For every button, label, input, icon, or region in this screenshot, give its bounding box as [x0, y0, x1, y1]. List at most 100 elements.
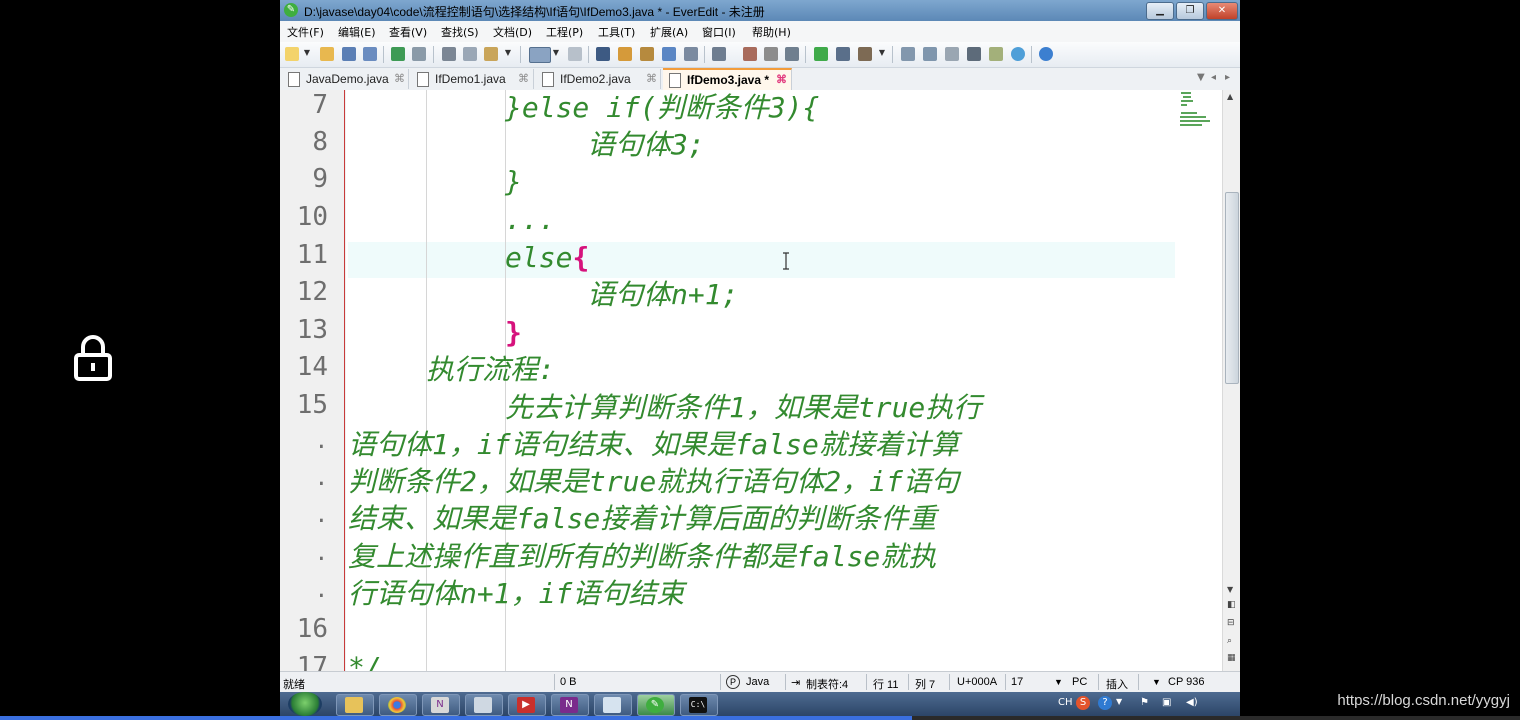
ime-indicator[interactable]: CH	[1058, 697, 1073, 708]
taskbar-onenote[interactable]: N	[551, 694, 589, 716]
columns-icon[interactable]	[568, 47, 582, 61]
build-dropdown-icon[interactable]: ▼	[878, 48, 886, 58]
macro-stop-icon[interactable]	[764, 47, 778, 61]
redo-icon[interactable]	[412, 47, 426, 61]
status-encoding[interactable]: CP 936	[1168, 676, 1205, 688]
save-all-icon[interactable]	[363, 47, 377, 61]
network-icon[interactable]: ▣	[1162, 697, 1171, 708]
volume-icon[interactable]: ◀)	[1186, 697, 1198, 708]
menu-file[interactable]: 文件(F)	[287, 24, 324, 40]
tray-expand-icon[interactable]: ▼	[1116, 697, 1122, 706]
status-language[interactable]: Java	[746, 676, 769, 688]
find-icon[interactable]	[596, 47, 610, 61]
taskbar-cmd[interactable]: C:\	[680, 694, 718, 716]
encoding-dropdown-icon[interactable]: ▼	[1152, 677, 1161, 687]
cut-icon[interactable]	[442, 47, 456, 61]
jump-icon[interactable]	[662, 47, 676, 61]
clip-icon[interactable]	[945, 47, 959, 61]
new-file-dropdown-icon[interactable]: ▼	[303, 48, 311, 58]
help-tray-icon[interactable]: ?	[1098, 696, 1112, 710]
menu-extensions[interactable]: 扩展(A)	[650, 24, 688, 40]
taskbar-everedit[interactable]: ✎	[637, 694, 675, 716]
wrap-icon[interactable]	[529, 47, 551, 63]
tab-close-icon[interactable]: ⌘	[394, 72, 405, 85]
copy-icon[interactable]	[463, 47, 477, 61]
menu-project[interactable]: 工程(P)	[546, 24, 583, 40]
open-icon[interactable]	[320, 47, 334, 61]
browser-icon[interactable]	[1011, 47, 1025, 61]
tab-ifdemo3[interactable]: IfDemo3.java * ⌘	[663, 68, 792, 90]
start-button[interactable]	[288, 692, 322, 716]
toolbar: ▼ ▼ ▼ ▼	[280, 42, 1240, 68]
find-in-files-icon[interactable]	[640, 47, 654, 61]
maximize-button[interactable]: ❐	[1176, 2, 1204, 20]
undo-icon[interactable]	[391, 47, 405, 61]
toolbar-separator	[383, 46, 384, 63]
toolbar-separator	[588, 46, 589, 63]
close-button[interactable]: ✕	[1206, 2, 1238, 20]
menu-window[interactable]: 窗口(I)	[702, 24, 736, 40]
bookmark-icon[interactable]	[684, 47, 698, 61]
minimap[interactable]	[1180, 90, 1218, 132]
minimize-button[interactable]: ▁	[1146, 2, 1174, 20]
panel-icon[interactable]	[901, 47, 915, 61]
tab-ifdemo1[interactable]: IfDemo1.java ⌘	[411, 69, 534, 89]
macro-play-icon[interactable]	[785, 47, 799, 61]
build-icon[interactable]	[858, 47, 872, 61]
status-tab-width[interactable]: 制表符:4	[806, 676, 848, 692]
split-icon[interactable]: ◧	[1227, 600, 1236, 610]
help-icon[interactable]	[1039, 47, 1053, 61]
menu-tools[interactable]: 工具(T)	[598, 24, 635, 40]
tab-ifdemo2[interactable]: IfDemo2.java ⌘	[536, 69, 661, 89]
taskbar-chrome[interactable]	[379, 694, 417, 716]
sogou-icon[interactable]: S	[1076, 696, 1090, 710]
tab-scroll-right-icon[interactable]: ▸	[1225, 72, 1230, 83]
paste-dropdown-icon[interactable]: ▼	[504, 48, 512, 58]
code-line: }	[505, 165, 522, 198]
code-editor[interactable]: 7 8 9 10 11 12 13 14 15 . . . . . 16 17 …	[280, 90, 1222, 671]
status-eol[interactable]: PC	[1072, 676, 1087, 688]
scrollbar-thumb[interactable]	[1225, 192, 1239, 384]
tab-javademo[interactable]: JavaDemo.java ⌘	[282, 69, 409, 89]
status-insert-mode[interactable]: 插入	[1106, 676, 1128, 692]
taskbar-paint[interactable]	[594, 694, 632, 716]
wrap-dropdown-icon[interactable]: ▼	[552, 48, 560, 58]
menu-help[interactable]: 帮助(H)	[752, 24, 791, 40]
tab-list-dropdown-icon[interactable]: ▼	[1197, 72, 1205, 83]
macro-record-icon[interactable]	[743, 47, 757, 61]
status-separator	[720, 674, 721, 690]
paste-icon[interactable]	[484, 47, 498, 61]
save-icon[interactable]	[342, 47, 356, 61]
tray-flag-icon[interactable]: ⚑	[1140, 697, 1149, 708]
code-line: }else if(判断条件3){	[505, 91, 820, 124]
menu-search[interactable]: 查找(S)	[441, 24, 479, 40]
scroll-up-icon[interactable]: ▲	[1227, 92, 1233, 101]
tab-close-icon[interactable]: ⌘	[776, 73, 787, 86]
snippet-icon[interactable]	[712, 47, 726, 61]
outline-icon[interactable]	[923, 47, 937, 61]
toolbar-separator	[520, 46, 521, 63]
view-mode-icon[interactable]: ▦	[1227, 653, 1236, 663]
taskbar-explorer[interactable]	[336, 694, 374, 716]
taskbar-video[interactable]: ▶	[508, 694, 546, 716]
taskbar-onenote-n[interactable]: N	[422, 694, 460, 716]
tab-close-icon[interactable]: ⌘	[518, 72, 529, 85]
console-icon[interactable]	[967, 47, 981, 61]
tab-close-icon[interactable]: ⌘	[646, 72, 657, 85]
run-icon[interactable]	[814, 47, 828, 61]
menu-view[interactable]: 查看(V)	[389, 24, 427, 40]
menu-document[interactable]: 文档(D)	[493, 24, 532, 40]
zoom-icon[interactable]: ⌕	[1227, 636, 1232, 646]
eol-dropdown-icon[interactable]: ▼	[1054, 677, 1063, 687]
settings-icon[interactable]	[989, 47, 1003, 61]
taskbar-files[interactable]	[465, 694, 503, 716]
lock-icon[interactable]	[73, 333, 113, 381]
tab-scroll-left-icon[interactable]: ◂	[1211, 72, 1216, 83]
output-icon[interactable]	[836, 47, 850, 61]
scroll-down-icon[interactable]: ▼	[1227, 585, 1233, 594]
menu-edit[interactable]: 编辑(E)	[338, 24, 376, 40]
vertical-scrollbar[interactable]: ▲ ▼ ◧ ⊟ ⌕ ▦	[1222, 90, 1240, 671]
new-file-icon[interactable]	[285, 47, 299, 61]
fold-icon[interactable]: ⊟	[1227, 618, 1235, 628]
replace-icon[interactable]	[618, 47, 632, 61]
